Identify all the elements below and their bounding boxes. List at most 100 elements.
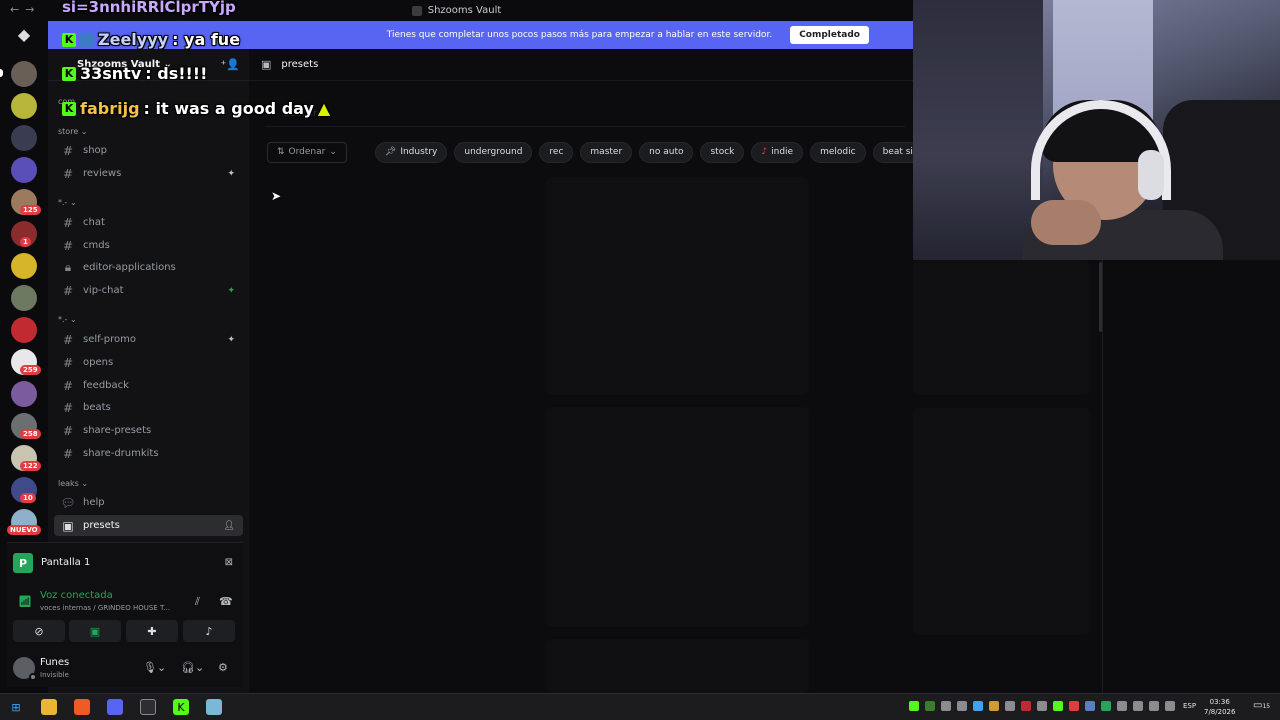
server-icon-8[interactable]	[11, 285, 37, 311]
category-store[interactable]: store ⌄	[58, 127, 87, 136]
channel-cmds[interactable]: # cmds	[54, 235, 243, 256]
disconnect-icon[interactable]: ☎	[219, 595, 233, 608]
post-card-placeholder[interactable]	[546, 639, 809, 693]
tray-icon[interactable]	[909, 701, 919, 711]
overlay-text: : ya fue	[172, 30, 241, 49]
screen-share-button[interactable]: ▣	[69, 620, 121, 642]
server-icon-3[interactable]	[11, 125, 37, 151]
tag-stock[interactable]: stock	[700, 141, 745, 163]
channel-help[interactable]: 💬︎ help	[54, 492, 243, 513]
tag-underground[interactable]: underground	[454, 141, 533, 163]
channel-reviews[interactable]: # reviews ✦	[54, 163, 243, 184]
tray-icon[interactable]	[1069, 701, 1079, 711]
overlay-username: 33sntv	[80, 64, 142, 83]
clock[interactable]: 03:36 7/8/2026	[1204, 697, 1235, 717]
camera-button[interactable]: ⊘	[13, 620, 65, 642]
category-b[interactable]: *.- ⌄	[58, 315, 77, 324]
wifi-icon[interactable]	[1149, 701, 1159, 711]
channel-label: cmds	[83, 240, 110, 251]
windows-start-icon[interactable]: ⊞	[8, 699, 24, 715]
server-pill	[0, 69, 3, 77]
obs-icon[interactable]	[140, 699, 156, 715]
server-icon-1[interactable]	[11, 61, 37, 87]
sort-button[interactable]: ⇅ Ordenar ⌄	[267, 141, 347, 163]
overlay-username: Zeelyyy	[98, 30, 169, 49]
notification-icon[interactable]: ▭15	[1253, 700, 1270, 711]
avatar[interactable]	[13, 657, 37, 681]
completado-button[interactable]: Completado	[790, 26, 869, 44]
stop-stream-icon[interactable]: ⊠	[225, 557, 233, 568]
tray-icon[interactable]	[1021, 701, 1031, 711]
channel-share-drumkits[interactable]: # share-drumkits	[54, 443, 243, 464]
channel-share-presets[interactable]: # share-presets	[54, 420, 243, 441]
scrollbar[interactable]	[1099, 262, 1102, 332]
noise-suppression-icon[interactable]: ⫽	[195, 595, 200, 609]
channel-feedback[interactable]: # feedback	[54, 375, 243, 396]
channel-beats[interactable]: # beats	[54, 397, 243, 418]
hash-icon: #	[62, 283, 74, 298]
tray-icon[interactable]	[957, 701, 967, 711]
app-taskbar-icon[interactable]	[206, 699, 222, 715]
post-card-placeholder[interactable]	[913, 408, 1090, 635]
tray-icon[interactable]	[941, 701, 951, 711]
post-card-placeholder[interactable]	[546, 177, 809, 395]
tray-icon[interactable]	[925, 701, 935, 711]
tray-icon[interactable]	[1117, 701, 1127, 711]
language-indicator[interactable]: ESP	[1183, 702, 1196, 710]
screen-share-icon: P	[13, 553, 33, 573]
activities-button[interactable]: ✚	[126, 620, 178, 642]
add-member-icon[interactable]: 👤︎	[224, 521, 235, 531]
channel-editor-applications[interactable]: 🔒︎ editor-applications	[54, 257, 243, 278]
clock-time: 03:36	[1209, 698, 1230, 706]
category-leaks[interactable]: leaks ⌄	[58, 479, 88, 488]
tray-icon[interactable]	[989, 701, 999, 711]
back-forward-icons[interactable]: ←→	[10, 3, 40, 16]
post-card-placeholder[interactable]	[913, 260, 1090, 395]
tag-indie[interactable]: ♪ indie	[751, 141, 804, 163]
tag-label: rec	[549, 147, 564, 157]
brave-browser-icon[interactable]	[74, 699, 90, 715]
hash-icon: #	[62, 215, 74, 230]
channel-self-promo[interactable]: # self-promo ✦	[54, 329, 243, 350]
discord-taskbar-icon[interactable]	[107, 699, 123, 715]
tag-industry[interactable]: 📌︎ Industry	[374, 141, 448, 163]
category-a[interactable]: *.- ⌄	[58, 198, 77, 207]
kick-taskbar-icon[interactable]: K	[173, 699, 189, 715]
post-card-placeholder[interactable]	[546, 407, 809, 627]
tray-icon[interactable]	[1085, 701, 1095, 711]
overlay-message: K fabrijg : it was a good day ▲	[62, 99, 330, 118]
channel-chat[interactable]: # chat	[54, 212, 243, 233]
channel-vip-chat[interactable]: # vip-chat ✦	[54, 280, 243, 301]
discord-home-icon[interactable]: ◆	[11, 21, 37, 47]
server-icon-7[interactable]	[11, 253, 37, 279]
invite-people-icon[interactable]: ⁺👤	[220, 58, 240, 71]
headphones-icon[interactable]: 🎧︎⌄	[181, 661, 204, 674]
channel-presets[interactable]: ▣ presets 👤︎	[54, 515, 243, 536]
tray-icon[interactable]	[1037, 701, 1047, 711]
tray-icon[interactable]	[1053, 701, 1063, 711]
tag-label: underground	[464, 147, 523, 157]
microphone-icon[interactable]: 🎙︎⌄	[143, 661, 166, 674]
tag-no-auto[interactable]: no auto	[639, 141, 694, 163]
tag-melodic[interactable]: melodic	[810, 141, 866, 163]
tray-icon[interactable]	[1101, 701, 1111, 711]
soundboard-button[interactable]: ♪	[183, 620, 235, 642]
tag-rec[interactable]: rec	[539, 141, 574, 163]
server-icon-9[interactable]	[11, 317, 37, 343]
network-icon[interactable]	[1133, 701, 1143, 711]
tag-master[interactable]: master	[580, 141, 633, 163]
file-explorer-icon[interactable]	[41, 699, 57, 715]
channel-opens[interactable]: # opens	[54, 352, 243, 373]
server-icon-4[interactable]	[11, 157, 37, 183]
server-icon-11[interactable]	[11, 381, 37, 407]
volume-icon[interactable]	[1165, 701, 1175, 711]
sparkle-icon: ✦	[227, 285, 235, 296]
settings-gear-icon[interactable]: ⚙	[218, 661, 228, 674]
channel-shop[interactable]: # shop	[54, 140, 243, 161]
screen-share-active-icon: ▣	[89, 624, 101, 638]
tray-icon[interactable]	[973, 701, 983, 711]
channel-label: chat	[83, 217, 105, 228]
tray-icon[interactable]	[1005, 701, 1015, 711]
forum-search-input[interactable]: Buscar...	[265, 101, 905, 127]
server-icon-2[interactable]	[11, 93, 37, 119]
